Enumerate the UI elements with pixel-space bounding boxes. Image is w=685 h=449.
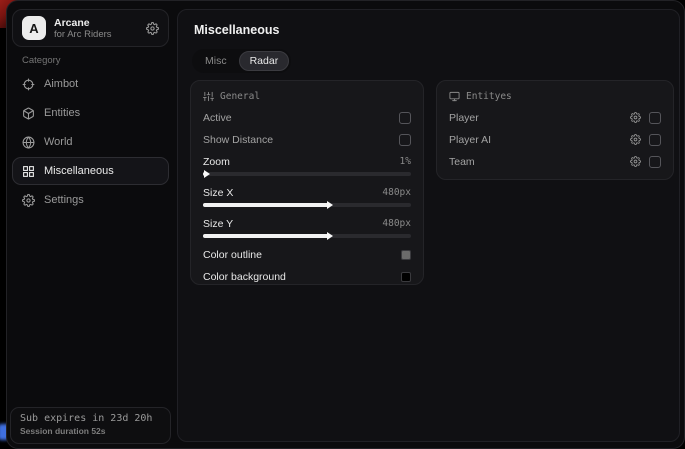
entity-label: Player AI — [449, 134, 491, 146]
app-logo: A — [22, 16, 46, 40]
setting-label: Zoom — [203, 156, 230, 168]
sidebar-nav: Aimbot Entities World Miscellaneous — [12, 70, 169, 215]
zoom-value: 1% — [400, 156, 411, 167]
box-icon — [22, 107, 35, 120]
show-distance-checkbox[interactable] — [399, 134, 411, 146]
sidebar-item-settings[interactable]: Settings — [12, 186, 169, 214]
setting-row-color-background: Color background — [203, 270, 411, 283]
entity-label: Team — [449, 156, 475, 168]
size-y-slider[interactable] — [203, 234, 411, 238]
sidebar-item-label: Miscellaneous — [44, 165, 114, 177]
team-checkbox[interactable] — [649, 156, 661, 168]
size-x-slider-thumb[interactable] — [327, 201, 333, 209]
entities-panel-title: Entityes — [466, 91, 512, 102]
size-y-value: 480px — [382, 218, 411, 229]
gear-icon[interactable] — [146, 22, 159, 35]
entity-controls — [630, 156, 661, 168]
sidebar-item-label: Entities — [44, 107, 80, 119]
grid-icon — [22, 165, 35, 178]
setting-label: Size X — [203, 187, 233, 199]
sidebar-item-entities[interactable]: Entities — [12, 99, 169, 127]
setting-label: Show Distance — [203, 134, 273, 146]
active-checkbox[interactable] — [399, 112, 411, 124]
size-x-slider-fill — [203, 203, 328, 207]
category-label: Category — [22, 55, 61, 66]
zoom-slider-thumb[interactable] — [204, 170, 210, 178]
entity-row-team: Team — [449, 155, 661, 168]
general-panel-header: General — [203, 90, 411, 102]
setting-row-show-distance: Show Distance — [203, 133, 411, 146]
size-x-value: 480px — [382, 187, 411, 198]
tab-misc[interactable]: Misc — [194, 51, 238, 71]
entity-row-player: Player — [449, 111, 661, 124]
sliders-icon — [203, 91, 214, 102]
tab-radar[interactable]: Radar — [239, 51, 290, 71]
brand-subtitle: for Arc Riders — [54, 29, 112, 40]
setting-label: Color outline — [203, 249, 262, 261]
size-y-slider-fill — [203, 234, 328, 238]
entities-panel-header: Entityes — [449, 90, 661, 102]
setting-label: Size Y — [203, 218, 233, 230]
setting-row-color-outline: Color outline — [203, 248, 411, 261]
gear-icon[interactable] — [630, 156, 641, 167]
size-x-slider[interactable] — [203, 203, 411, 207]
entity-controls — [630, 112, 661, 124]
sidebar-item-label: Aimbot — [44, 78, 78, 90]
setting-label: Active — [203, 112, 232, 124]
brand-name: Arcane — [54, 17, 112, 29]
general-panel: General Active Show Distance Zoom 1% Si — [190, 80, 424, 285]
entity-controls — [630, 134, 661, 146]
sidebar-item-aimbot[interactable]: Aimbot — [12, 70, 169, 98]
setting-label: Color background — [203, 271, 286, 283]
player-checkbox[interactable] — [649, 112, 661, 124]
sidebar-item-world[interactable]: World — [12, 128, 169, 156]
setting-row-size-y: Size Y 480px — [203, 217, 411, 230]
entity-label: Player — [449, 112, 479, 124]
entity-row-player-ai: Player AI — [449, 133, 661, 146]
page-title: Miscellaneous — [194, 23, 279, 37]
sidebar: A Arcane for Arc Riders Category Aimbot — [7, 1, 177, 448]
size-y-slider-thumb[interactable] — [327, 232, 333, 240]
sidebar-item-label: World — [44, 136, 73, 148]
monitor-icon — [449, 91, 460, 102]
sidebar-item-miscellaneous[interactable]: Miscellaneous — [12, 157, 169, 185]
zoom-slider-fill — [203, 172, 205, 176]
tab-group: Misc Radar — [192, 49, 291, 73]
crosshair-icon — [22, 78, 35, 91]
setting-row-active: Active — [203, 111, 411, 124]
session-duration-text: Session duration 52s — [20, 426, 161, 436]
gear-icon[interactable] — [630, 112, 641, 123]
sidebar-item-label: Settings — [44, 194, 84, 206]
gear-icon[interactable] — [630, 134, 641, 145]
color-outline-swatch[interactable] — [401, 250, 411, 260]
gear-icon — [22, 194, 35, 207]
player-ai-checkbox[interactable] — [649, 134, 661, 146]
setting-row-size-x: Size X 480px — [203, 186, 411, 199]
setting-row-zoom: Zoom 1% — [203, 155, 411, 168]
brand-text: Arcane for Arc Riders — [54, 17, 112, 40]
app-window: A Arcane for Arc Riders Category Aimbot — [6, 0, 685, 449]
globe-icon — [22, 136, 35, 149]
main-panel: Miscellaneous Misc Radar General Active … — [177, 9, 680, 442]
color-background-swatch[interactable] — [401, 272, 411, 282]
brand-card: A Arcane for Arc Riders — [12, 9, 169, 47]
zoom-slider[interactable] — [203, 172, 411, 176]
entities-panel: Entityes Player Player AI — [436, 80, 674, 180]
subscription-status-card: Sub expires in 23d 20h Session duration … — [10, 407, 171, 444]
sub-expiry-text: Sub expires in 23d 20h — [20, 413, 161, 424]
general-panel-title: General — [220, 91, 260, 102]
